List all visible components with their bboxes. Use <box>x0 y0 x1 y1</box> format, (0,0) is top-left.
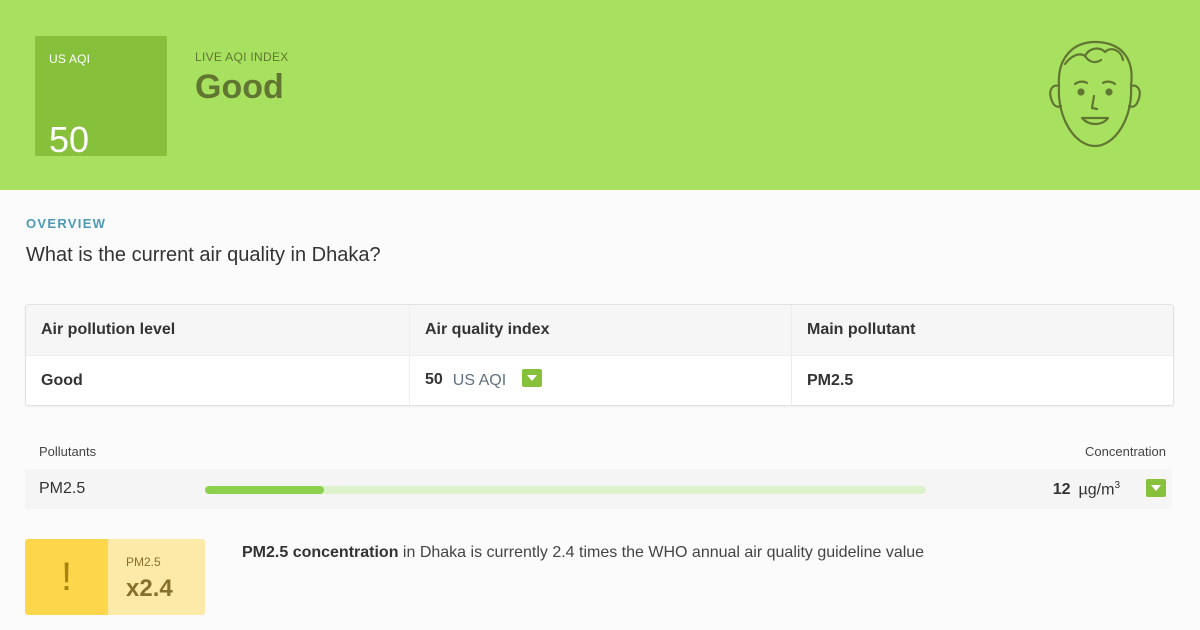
who-comparison-badge: ! PM2.5 x2.4 <box>25 539 205 615</box>
pollutant-level-fill <box>205 486 324 494</box>
aqi-score-label: US AQI <box>49 52 91 66</box>
pollutant-concentration: 12 µg/m3 <box>1053 480 1120 499</box>
concentration-unit: µg/m <box>1078 481 1115 499</box>
overview-section-label: OVERVIEW <box>26 216 107 231</box>
aqi-hero-banner: US AQI 50 LIVE AQI INDEX Good <box>0 0 1200 190</box>
air-quality-summary-table: Air pollution level Air quality index Ma… <box>25 304 1174 406</box>
pollutants-header: Pollutants <box>39 444 97 459</box>
header-pollution-level: Air pollution level <box>26 305 410 356</box>
who-comparison-text: PM2.5 concentration in Dhaka is currentl… <box>242 544 924 562</box>
header-air-quality-index: Air quality index <box>409 305 792 356</box>
live-aqi-label: LIVE AQI INDEX <box>195 50 289 64</box>
concentration-unit-exponent: 3 <box>1114 480 1120 491</box>
caret-down-icon[interactable] <box>1146 479 1166 497</box>
pollutant-row-pm25[interactable]: PM2.5 12 µg/m3 <box>25 469 1172 509</box>
caret-down-icon[interactable] <box>522 369 543 388</box>
pollutant-name: PM2.5 <box>39 480 86 497</box>
overview-question-heading: What is the current air quality in Dhaka… <box>26 244 381 266</box>
summary-header-row: Air pollution level Air quality index Ma… <box>26 305 1173 356</box>
who-comparison-bold: PM2.5 concentration <box>242 544 399 561</box>
summary-data-row: Good 50 US AQI PM2.5 <box>26 355 1173 405</box>
who-comparison-pollutant: PM2.5 <box>126 555 161 569</box>
who-comparison-multiplier: x2.4 <box>126 575 173 602</box>
smiling-face-icon <box>1049 40 1141 148</box>
main-pollutant-value: PM2.5 <box>791 355 1173 405</box>
aqi-status-block: LIVE AQI INDEX Good <box>195 50 289 107</box>
aqi-unit: US AQI <box>452 371 507 389</box>
aqi-number: 50 <box>425 371 443 389</box>
header-main-pollutant: Main pollutant <box>791 305 1173 356</box>
concentration-header: Concentration <box>1085 444 1166 459</box>
pollution-level-value: Good <box>41 371 83 389</box>
aqi-status-text: Good <box>195 68 284 106</box>
concentration-value: 12 <box>1052 481 1071 499</box>
aqi-cell: 50 US AQI <box>409 355 792 405</box>
aqi-score-box: US AQI 50 <box>35 36 167 158</box>
who-comparison-rest: in Dhaka is currently 2.4 times the WHO … <box>398 544 925 561</box>
exclamation-icon: ! <box>25 539 108 615</box>
pollutant-level-bar <box>205 486 926 494</box>
